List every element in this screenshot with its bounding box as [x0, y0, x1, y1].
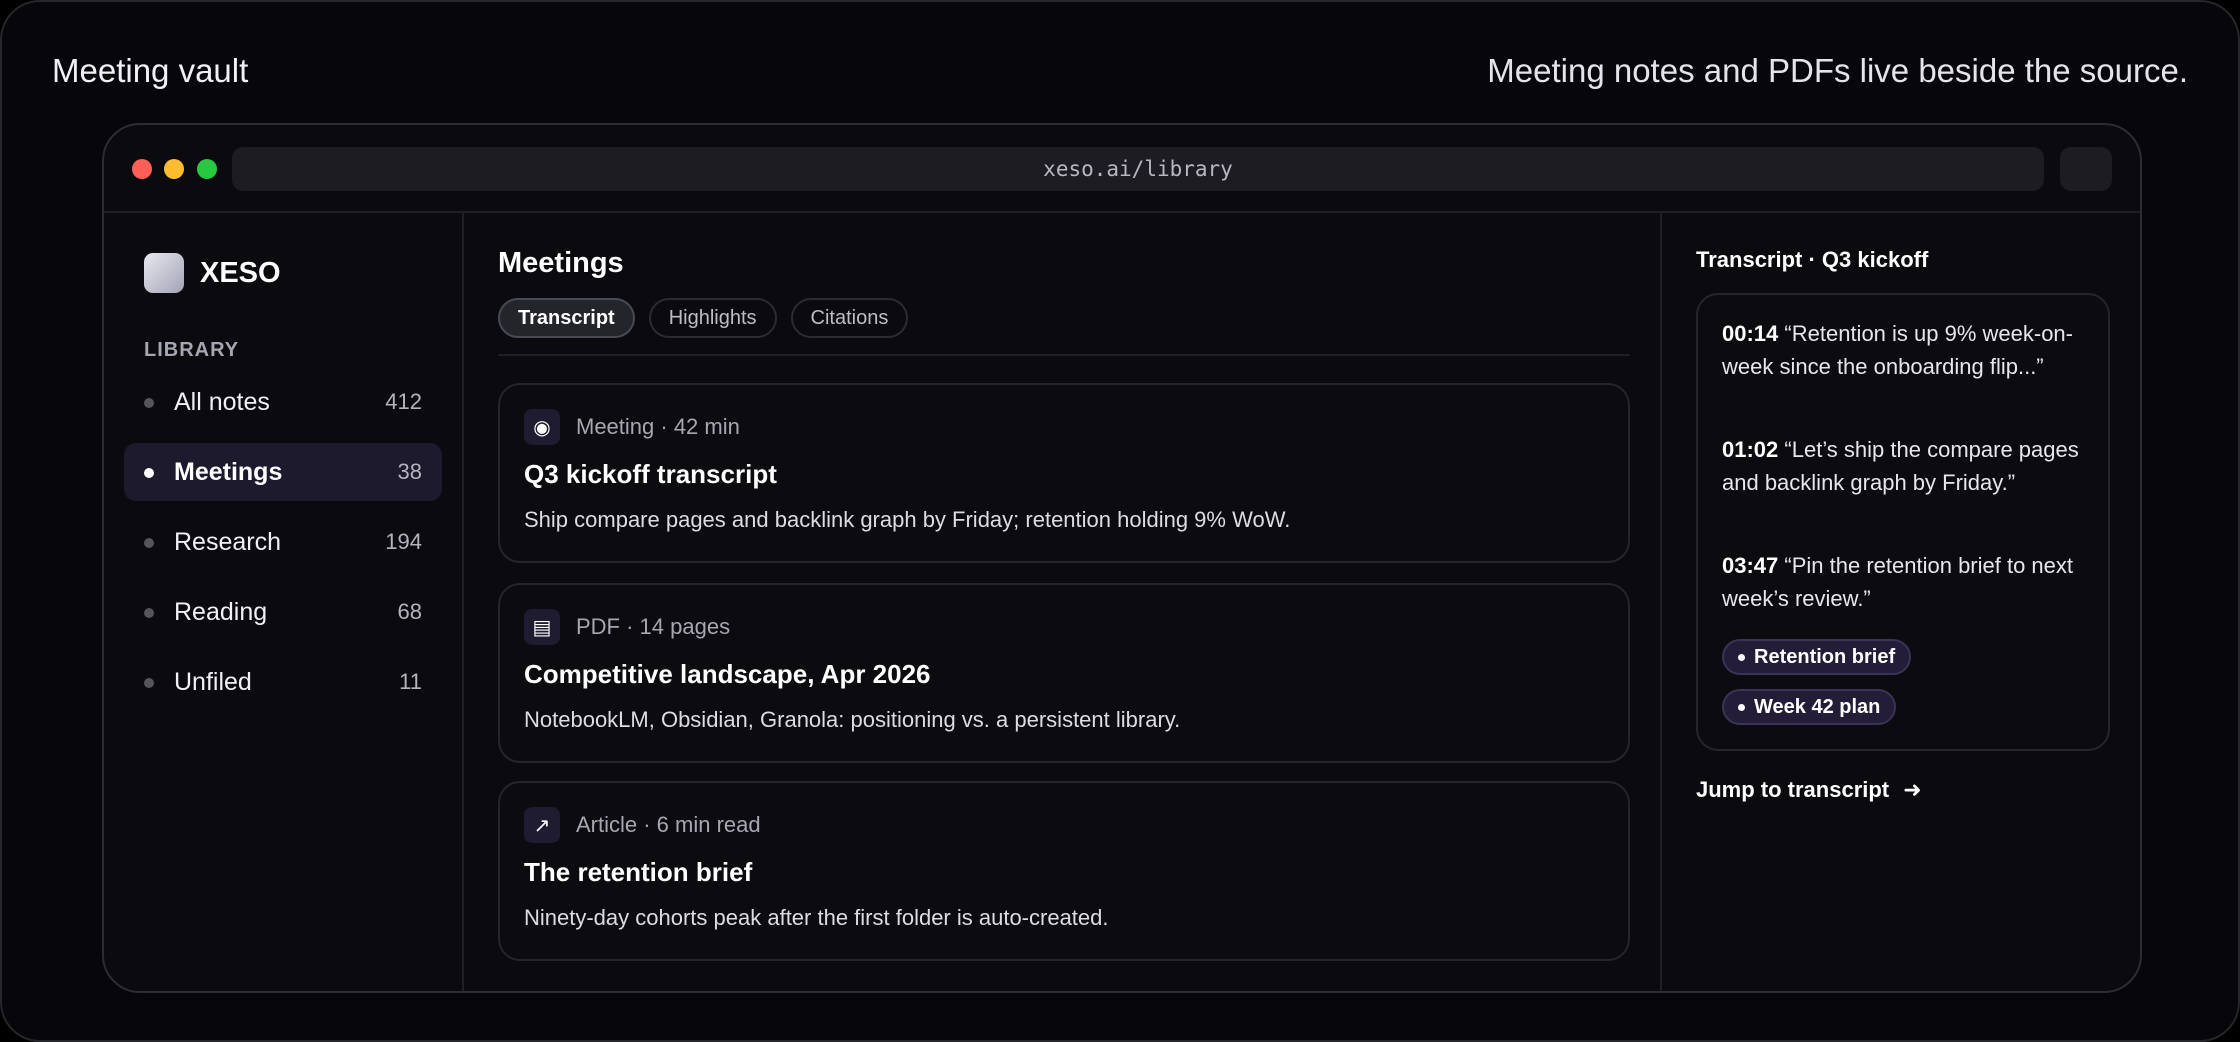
sidebar-item-count: 194 [385, 529, 422, 554]
sidebar-item-count: 68 [397, 599, 422, 624]
sidebar-item-count: 38 [397, 459, 422, 484]
document-icon: ▤ [524, 609, 560, 645]
panel-title: Transcript · Q3 kickoff [1696, 247, 1929, 272]
jump-label: Jump to transcript [1696, 777, 1890, 802]
sidebar-item-label: Meetings [174, 457, 283, 486]
bullet-icon [144, 678, 154, 688]
quote-timestamp: 01:02 [1722, 437, 1779, 462]
sidebar-item-research[interactable]: Research 194 [124, 513, 442, 571]
tab-highlights[interactable]: Highlights [648, 298, 777, 338]
transcript-quote[interactable]: 03:47 “Pin the retention brief to next w… [1722, 549, 2088, 615]
minimize-window-button[interactable] [164, 159, 184, 179]
bullet-icon [144, 608, 154, 618]
sidebar-item-all-notes[interactable]: All notes 412 [124, 373, 442, 431]
quote-timestamp: 03:47 [1722, 553, 1779, 578]
close-window-button[interactable] [132, 159, 152, 179]
browser-window: xeso.ai/library XESO LIBRARY All notes 4… [102, 123, 2142, 993]
card-meta: Article · 6 min read [576, 812, 761, 837]
transcript-quote[interactable]: 00:14 “Retention is up 9% week-on-week s… [1722, 317, 2088, 383]
sidebar-item-reading[interactable]: Reading 68 [124, 583, 442, 641]
sidebar-item-meetings[interactable]: Meetings 38 [124, 443, 442, 501]
sidebar-item-label: All notes [174, 387, 270, 416]
sidebar-item-label: Reading [174, 597, 268, 626]
sidebar-item-unfiled[interactable]: Unfiled 11 [124, 653, 442, 711]
main-content: Meetings Transcript Highlights Citations… [464, 213, 1662, 991]
tab-bar: Transcript Highlights Citations [498, 298, 922, 338]
tag-chip-week-42-plan[interactable]: Week 42 plan [1722, 689, 1897, 725]
hero-title: Meeting vault [52, 52, 249, 89]
brand-name: XESO [200, 256, 281, 289]
card-description: NotebookLM, Obsidian, Granola: positioni… [524, 707, 1181, 732]
card-description: Ship compare pages and backlink graph by… [524, 507, 1291, 532]
browser-titlebar: xeso.ai/library [104, 125, 2140, 213]
card-meta: Meeting · 42 min [576, 414, 740, 439]
transcript-quotes: 00:14 “Retention is up 9% week-on-week s… [1696, 293, 2110, 751]
address-bar[interactable]: xeso.ai/library [232, 147, 2044, 191]
bullet-icon [144, 538, 154, 548]
library-section-label: LIBRARY [144, 339, 240, 361]
sidebar-item-count: 412 [385, 389, 422, 414]
note-card-article[interactable]: ↗ Article · 6 min read The retention bri… [498, 781, 1630, 961]
sidebar-item-count: 11 [399, 669, 422, 694]
card-title: Q3 kickoff transcript [524, 459, 777, 489]
external-link-icon: ↗ [524, 807, 560, 843]
transcript-panel: Transcript · Q3 kickoff 00:14 “Retention… [1664, 213, 2140, 991]
tab-divider [498, 354, 1630, 356]
bullet-icon [144, 398, 154, 408]
page-title: Meetings [498, 247, 624, 279]
app-frame: Meeting vault Meeting notes and PDFs liv… [0, 0, 2240, 1042]
brand[interactable]: XESO [144, 253, 281, 293]
card-meta: PDF · 14 pages [576, 614, 731, 639]
chip-label: Week 42 plan [1754, 695, 1881, 718]
chip-label: Retention brief [1754, 645, 1896, 668]
tab-transcript[interactable]: Transcript [498, 298, 635, 338]
library-nav: All notes 412 Meetings 38 Research 194 R… [124, 373, 442, 723]
quote-timestamp: 00:14 [1722, 321, 1779, 346]
note-card-meeting[interactable]: ◉ Meeting · 42 min Q3 kickoff transcript… [498, 383, 1630, 563]
arrow-right-icon: ➜ [1903, 777, 1922, 802]
browser-action-button[interactable] [2060, 147, 2112, 191]
tab-citations[interactable]: Citations [790, 298, 909, 338]
transcript-quote[interactable]: 01:02 “Let’s ship the compare pages and … [1722, 433, 2088, 499]
note-card-pdf[interactable]: ▤ PDF · 14 pages Competitive landscape, … [498, 583, 1630, 763]
tag-chip-retention-brief[interactable]: Retention brief [1722, 639, 1912, 675]
bullet-icon [1738, 653, 1745, 661]
card-description: Ninety-day cohorts peak after the first … [524, 905, 1109, 930]
record-icon: ◉ [524, 409, 560, 445]
card-title: The retention brief [524, 857, 753, 887]
sidebar-item-label: Research [174, 527, 281, 556]
bullet-icon [1738, 703, 1745, 711]
sidebar-item-label: Unfiled [174, 667, 252, 696]
sidebar: XESO LIBRARY All notes 412 Meetings 38 R… [104, 213, 464, 991]
jump-to-transcript-link[interactable]: Jump to transcript ➜ [1696, 777, 1922, 803]
hero-tagline: Meeting notes and PDFs live beside the s… [1487, 52, 2188, 89]
maximize-window-button[interactable] [197, 159, 217, 179]
brand-logo-icon [144, 253, 184, 293]
card-title: Competitive landscape, Apr 2026 [524, 659, 931, 689]
bullet-icon [144, 468, 154, 478]
